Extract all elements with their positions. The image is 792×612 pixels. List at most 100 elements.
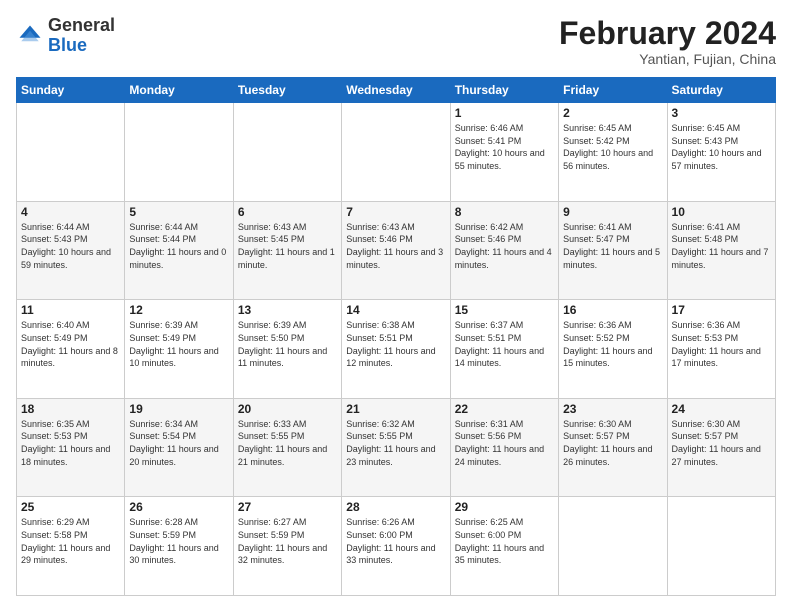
calendar-cell-w3-d3: 14 Sunrise: 6:38 AM Sunset: 5:51 PM Dayli… xyxy=(342,300,450,399)
logo-blue: Blue xyxy=(48,35,87,55)
col-wednesday: Wednesday xyxy=(342,78,450,103)
calendar-cell-w1-d1 xyxy=(125,103,233,202)
calendar-cell-w1-d6: 3 Sunrise: 6:45 AM Sunset: 5:43 PM Daylig… xyxy=(667,103,775,202)
day-number: 24 xyxy=(672,402,771,416)
calendar-cell-w5-d5 xyxy=(559,497,667,596)
logo-icon xyxy=(16,22,44,50)
day-info: Sunrise: 6:45 AM Sunset: 5:43 PM Dayligh… xyxy=(672,122,771,172)
week-row-4: 18 Sunrise: 6:35 AM Sunset: 5:53 PM Dayli… xyxy=(17,398,776,497)
calendar-cell-w2-d5: 9 Sunrise: 6:41 AM Sunset: 5:47 PM Daylig… xyxy=(559,201,667,300)
calendar-cell-w4-d2: 20 Sunrise: 6:33 AM Sunset: 5:55 PM Dayli… xyxy=(233,398,341,497)
day-number: 5 xyxy=(129,205,228,219)
logo: General Blue xyxy=(16,16,115,56)
month-title: February 2024 xyxy=(559,16,776,51)
calendar-cell-w3-d2: 13Sunrise: 6:39 AM Sunset: 5:50 PM Dayli… xyxy=(233,300,341,399)
day-number: 20 xyxy=(238,402,337,416)
title-block: February 2024 Yantian, Fujian, China xyxy=(559,16,776,67)
day-number: 9 xyxy=(563,205,662,219)
day-number: 10 xyxy=(672,205,771,219)
day-number: 12 xyxy=(129,303,228,317)
calendar-cell-w4-d4: 22Sunrise: 6:31 AM Sunset: 5:56 PM Dayli… xyxy=(450,398,558,497)
day-info: Sunrise: 6:35 AM Sunset: 5:53 PM Dayligh… xyxy=(21,418,120,468)
page: General Blue February 2024 Yantian, Fuji… xyxy=(0,0,792,612)
day-info: Sunrise: 6:38 AM Sunset: 5:51 PM Dayligh… xyxy=(346,319,445,369)
calendar-cell-w3-d0: 11Sunrise: 6:40 AM Sunset: 5:49 PM Dayli… xyxy=(17,300,125,399)
day-info: Sunrise: 6:36 AM Sunset: 5:53 PM Dayligh… xyxy=(672,319,771,369)
day-info: Sunrise: 6:30 AM Sunset: 5:57 PM Dayligh… xyxy=(672,418,771,468)
day-number: 14 xyxy=(346,303,445,317)
calendar-cell-w5-d0: 25Sunrise: 6:29 AM Sunset: 5:58 PM Dayli… xyxy=(17,497,125,596)
calendar-table: Sunday Monday Tuesday Wednesday Thursday… xyxy=(16,77,776,596)
day-info: Sunrise: 6:41 AM Sunset: 5:47 PM Dayligh… xyxy=(563,221,662,271)
col-friday: Friday xyxy=(559,78,667,103)
day-number: 4 xyxy=(21,205,120,219)
calendar-cell-w2-d4: 8 Sunrise: 6:42 AM Sunset: 5:46 PM Daylig… xyxy=(450,201,558,300)
day-info: Sunrise: 6:44 AM Sunset: 5:44 PM Dayligh… xyxy=(129,221,228,271)
header: General Blue February 2024 Yantian, Fuji… xyxy=(16,16,776,67)
day-number: 17 xyxy=(672,303,771,317)
calendar-cell-w1-d2 xyxy=(233,103,341,202)
day-info: Sunrise: 6:43 AM Sunset: 5:46 PM Dayligh… xyxy=(346,221,445,271)
calendar-cell-w4-d1: 19 Sunrise: 6:34 AM Sunset: 5:54 PM Dayli… xyxy=(125,398,233,497)
calendar-cell-w2-d6: 10 Sunrise: 6:41 AM Sunset: 5:48 PM Dayli… xyxy=(667,201,775,300)
day-number: 7 xyxy=(346,205,445,219)
day-info: Sunrise: 6:37 AM Sunset: 5:51 PM Dayligh… xyxy=(455,319,554,369)
col-thursday: Thursday xyxy=(450,78,558,103)
calendar-cell-w4-d6: 24 Sunrise: 6:30 AM Sunset: 5:57 PM Dayli… xyxy=(667,398,775,497)
calendar-cell-w1-d0 xyxy=(17,103,125,202)
calendar-cell-w2-d3: 7 Sunrise: 6:43 AM Sunset: 5:46 PM Daylig… xyxy=(342,201,450,300)
calendar-cell-w3-d1: 12 Sunrise: 6:39 AM Sunset: 5:49 PM Dayli… xyxy=(125,300,233,399)
calendar-cell-w2-d1: 5 Sunrise: 6:44 AM Sunset: 5:44 PM Daylig… xyxy=(125,201,233,300)
calendar-header-row: Sunday Monday Tuesday Wednesday Thursday… xyxy=(17,78,776,103)
day-number: 16 xyxy=(563,303,662,317)
col-saturday: Saturday xyxy=(667,78,775,103)
day-info: Sunrise: 6:28 AM Sunset: 5:59 PM Dayligh… xyxy=(129,516,228,566)
day-info: Sunrise: 6:41 AM Sunset: 5:48 PM Dayligh… xyxy=(672,221,771,271)
calendar-cell-w1-d4: 1 Sunrise: 6:46 AM Sunset: 5:41 PM Daylig… xyxy=(450,103,558,202)
day-info: Sunrise: 6:36 AM Sunset: 5:52 PM Dayligh… xyxy=(563,319,662,369)
day-info: Sunrise: 6:43 AM Sunset: 5:45 PM Dayligh… xyxy=(238,221,337,271)
day-number: 28 xyxy=(346,500,445,514)
day-number: 21 xyxy=(346,402,445,416)
day-number: 27 xyxy=(238,500,337,514)
col-tuesday: Tuesday xyxy=(233,78,341,103)
week-row-2: 4 Sunrise: 6:44 AM Sunset: 5:43 PM Daylig… xyxy=(17,201,776,300)
calendar-cell-w5-d6 xyxy=(667,497,775,596)
day-number: 13 xyxy=(238,303,337,317)
day-info: Sunrise: 6:42 AM Sunset: 5:46 PM Dayligh… xyxy=(455,221,554,271)
calendar-cell-w3-d5: 16 Sunrise: 6:36 AM Sunset: 5:52 PM Dayli… xyxy=(559,300,667,399)
day-info: Sunrise: 6:32 AM Sunset: 5:55 PM Dayligh… xyxy=(346,418,445,468)
calendar-cell-w1-d5: 2 Sunrise: 6:45 AM Sunset: 5:42 PM Daylig… xyxy=(559,103,667,202)
calendar-cell-w4-d5: 23Sunrise: 6:30 AM Sunset: 5:57 PM Dayli… xyxy=(559,398,667,497)
day-number: 8 xyxy=(455,205,554,219)
day-info: Sunrise: 6:34 AM Sunset: 5:54 PM Dayligh… xyxy=(129,418,228,468)
day-number: 1 xyxy=(455,106,554,120)
week-row-3: 11Sunrise: 6:40 AM Sunset: 5:49 PM Dayli… xyxy=(17,300,776,399)
day-number: 3 xyxy=(672,106,771,120)
day-number: 18 xyxy=(21,402,120,416)
week-row-1: 1 Sunrise: 6:46 AM Sunset: 5:41 PM Daylig… xyxy=(17,103,776,202)
calendar-cell-w5-d1: 26Sunrise: 6:28 AM Sunset: 5:59 PM Dayli… xyxy=(125,497,233,596)
day-number: 19 xyxy=(129,402,228,416)
col-sunday: Sunday xyxy=(17,78,125,103)
calendar-cell-w5-d3: 28 Sunrise: 6:26 AM Sunset: 6:00 PM Dayli… xyxy=(342,497,450,596)
calendar-cell-w1-d3 xyxy=(342,103,450,202)
day-info: Sunrise: 6:44 AM Sunset: 5:43 PM Dayligh… xyxy=(21,221,120,271)
col-monday: Monday xyxy=(125,78,233,103)
day-info: Sunrise: 6:39 AM Sunset: 5:49 PM Dayligh… xyxy=(129,319,228,369)
day-info: Sunrise: 6:26 AM Sunset: 6:00 PM Dayligh… xyxy=(346,516,445,566)
calendar-cell-w3-d4: 15Sunrise: 6:37 AM Sunset: 5:51 PM Dayli… xyxy=(450,300,558,399)
day-info: Sunrise: 6:45 AM Sunset: 5:42 PM Dayligh… xyxy=(563,122,662,172)
day-number: 2 xyxy=(563,106,662,120)
calendar-cell-w3-d6: 17 Sunrise: 6:36 AM Sunset: 5:53 PM Dayli… xyxy=(667,300,775,399)
day-number: 25 xyxy=(21,500,120,514)
day-number: 22 xyxy=(455,402,554,416)
day-info: Sunrise: 6:33 AM Sunset: 5:55 PM Dayligh… xyxy=(238,418,337,468)
day-info: Sunrise: 6:46 AM Sunset: 5:41 PM Dayligh… xyxy=(455,122,554,172)
day-info: Sunrise: 6:30 AM Sunset: 5:57 PM Dayligh… xyxy=(563,418,662,468)
calendar-cell-w2-d0: 4 Sunrise: 6:44 AM Sunset: 5:43 PM Daylig… xyxy=(17,201,125,300)
logo-general: General xyxy=(48,15,115,35)
calendar-cell-w5-d4: 29Sunrise: 6:25 AM Sunset: 6:00 PM Dayli… xyxy=(450,497,558,596)
calendar-cell-w4-d0: 18 Sunrise: 6:35 AM Sunset: 5:53 PM Dayli… xyxy=(17,398,125,497)
calendar-cell-w2-d2: 6Sunrise: 6:43 AM Sunset: 5:45 PM Daylig… xyxy=(233,201,341,300)
